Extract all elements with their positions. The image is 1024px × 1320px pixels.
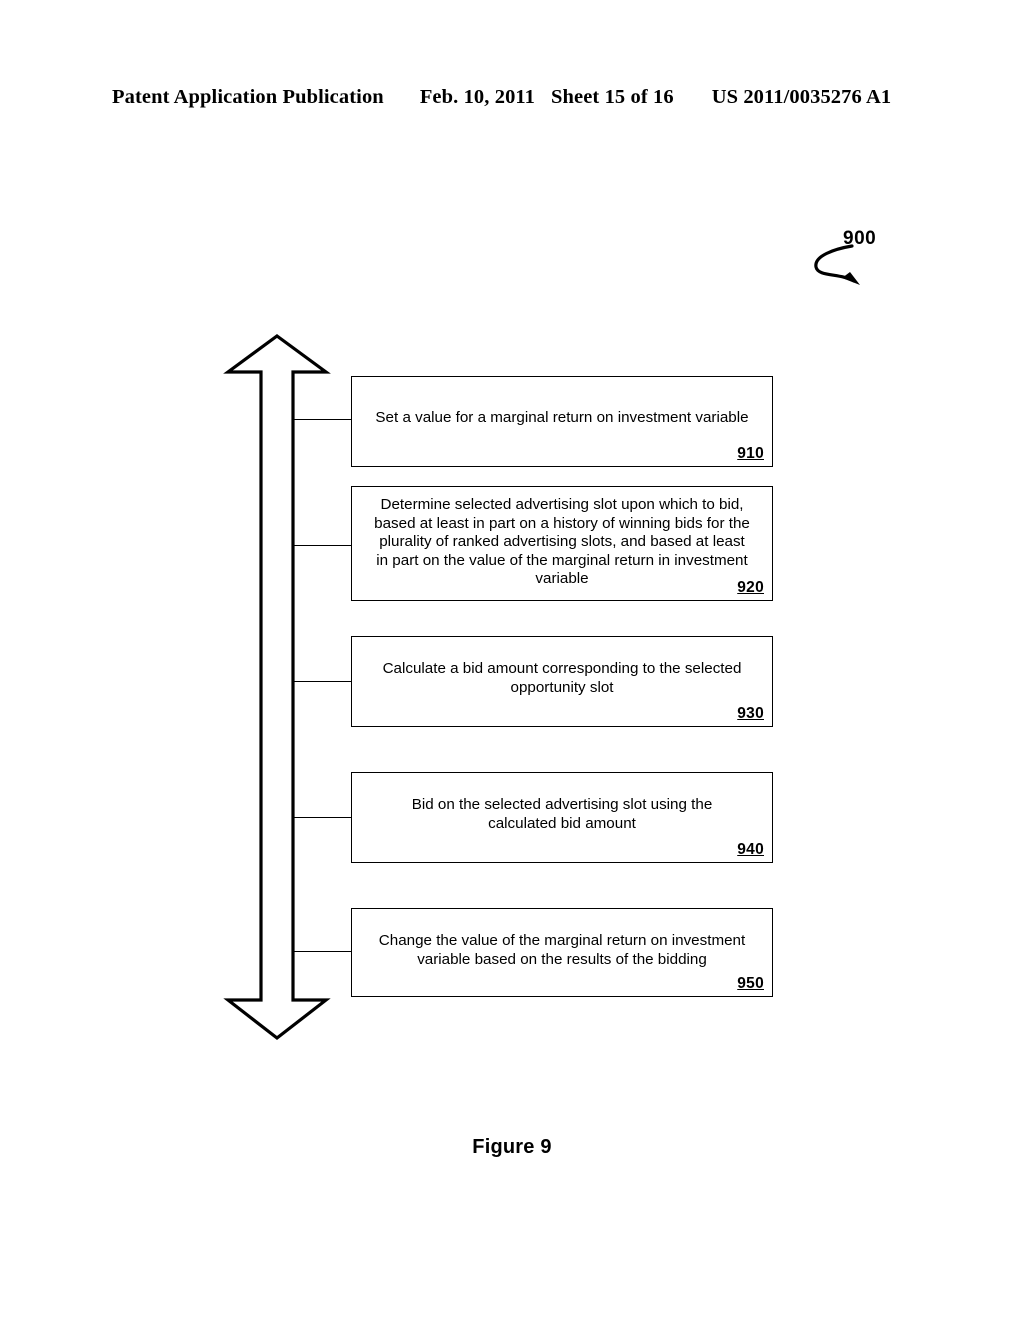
- process-step-number-950: 950: [737, 975, 764, 992]
- process-step-number-910: 910: [737, 445, 764, 462]
- process-step-box-930: Calculate a bid amount corresponding to …: [351, 636, 773, 727]
- process-step-text-920: Determine selected advertising slot upon…: [374, 496, 750, 588]
- process-step-box-920: Determine selected advertising slot upon…: [351, 486, 773, 601]
- page-header: Patent Application Publication Feb. 10, …: [112, 86, 912, 112]
- header-publication-label: Patent Application Publication: [112, 86, 384, 108]
- connector-line-920: [292, 545, 352, 546]
- connector-line-930: [292, 681, 352, 682]
- connector-line-940: [292, 817, 352, 818]
- process-step-text-950: Change the value of the marginal return …: [378, 932, 746, 968]
- process-step-text-930: Calculate a bid amount corresponding to …: [382, 660, 742, 696]
- process-step-box-910: Set a value for a marginal return on inv…: [351, 376, 773, 467]
- process-step-box-940: Bid on the selected advertising slot usi…: [351, 772, 773, 863]
- connector-line-910: [292, 419, 352, 420]
- connector-line-950: [292, 951, 352, 952]
- header-date-label: Feb. 10, 2011: [419, 86, 536, 108]
- process-step-text-940: Bid on the selected advertising slot usi…: [411, 796, 713, 832]
- double-headed-vertical-arrow-icon: [223, 334, 331, 1041]
- process-step-number-930: 930: [737, 705, 764, 722]
- process-step-number-940: 940: [737, 841, 764, 858]
- figure-caption: Figure 9: [472, 1136, 552, 1158]
- curved-lead-arrow-icon: [814, 244, 860, 285]
- header-patent-number: US 2011/0035276 A1: [711, 86, 892, 108]
- process-step-text-910: Set a value for a marginal return on inv…: [375, 409, 749, 426]
- process-step-number-920: 920: [737, 579, 764, 596]
- header-sheet-label: Sheet 15 of 16: [551, 86, 674, 108]
- process-step-box-950: Change the value of the marginal return …: [351, 908, 773, 997]
